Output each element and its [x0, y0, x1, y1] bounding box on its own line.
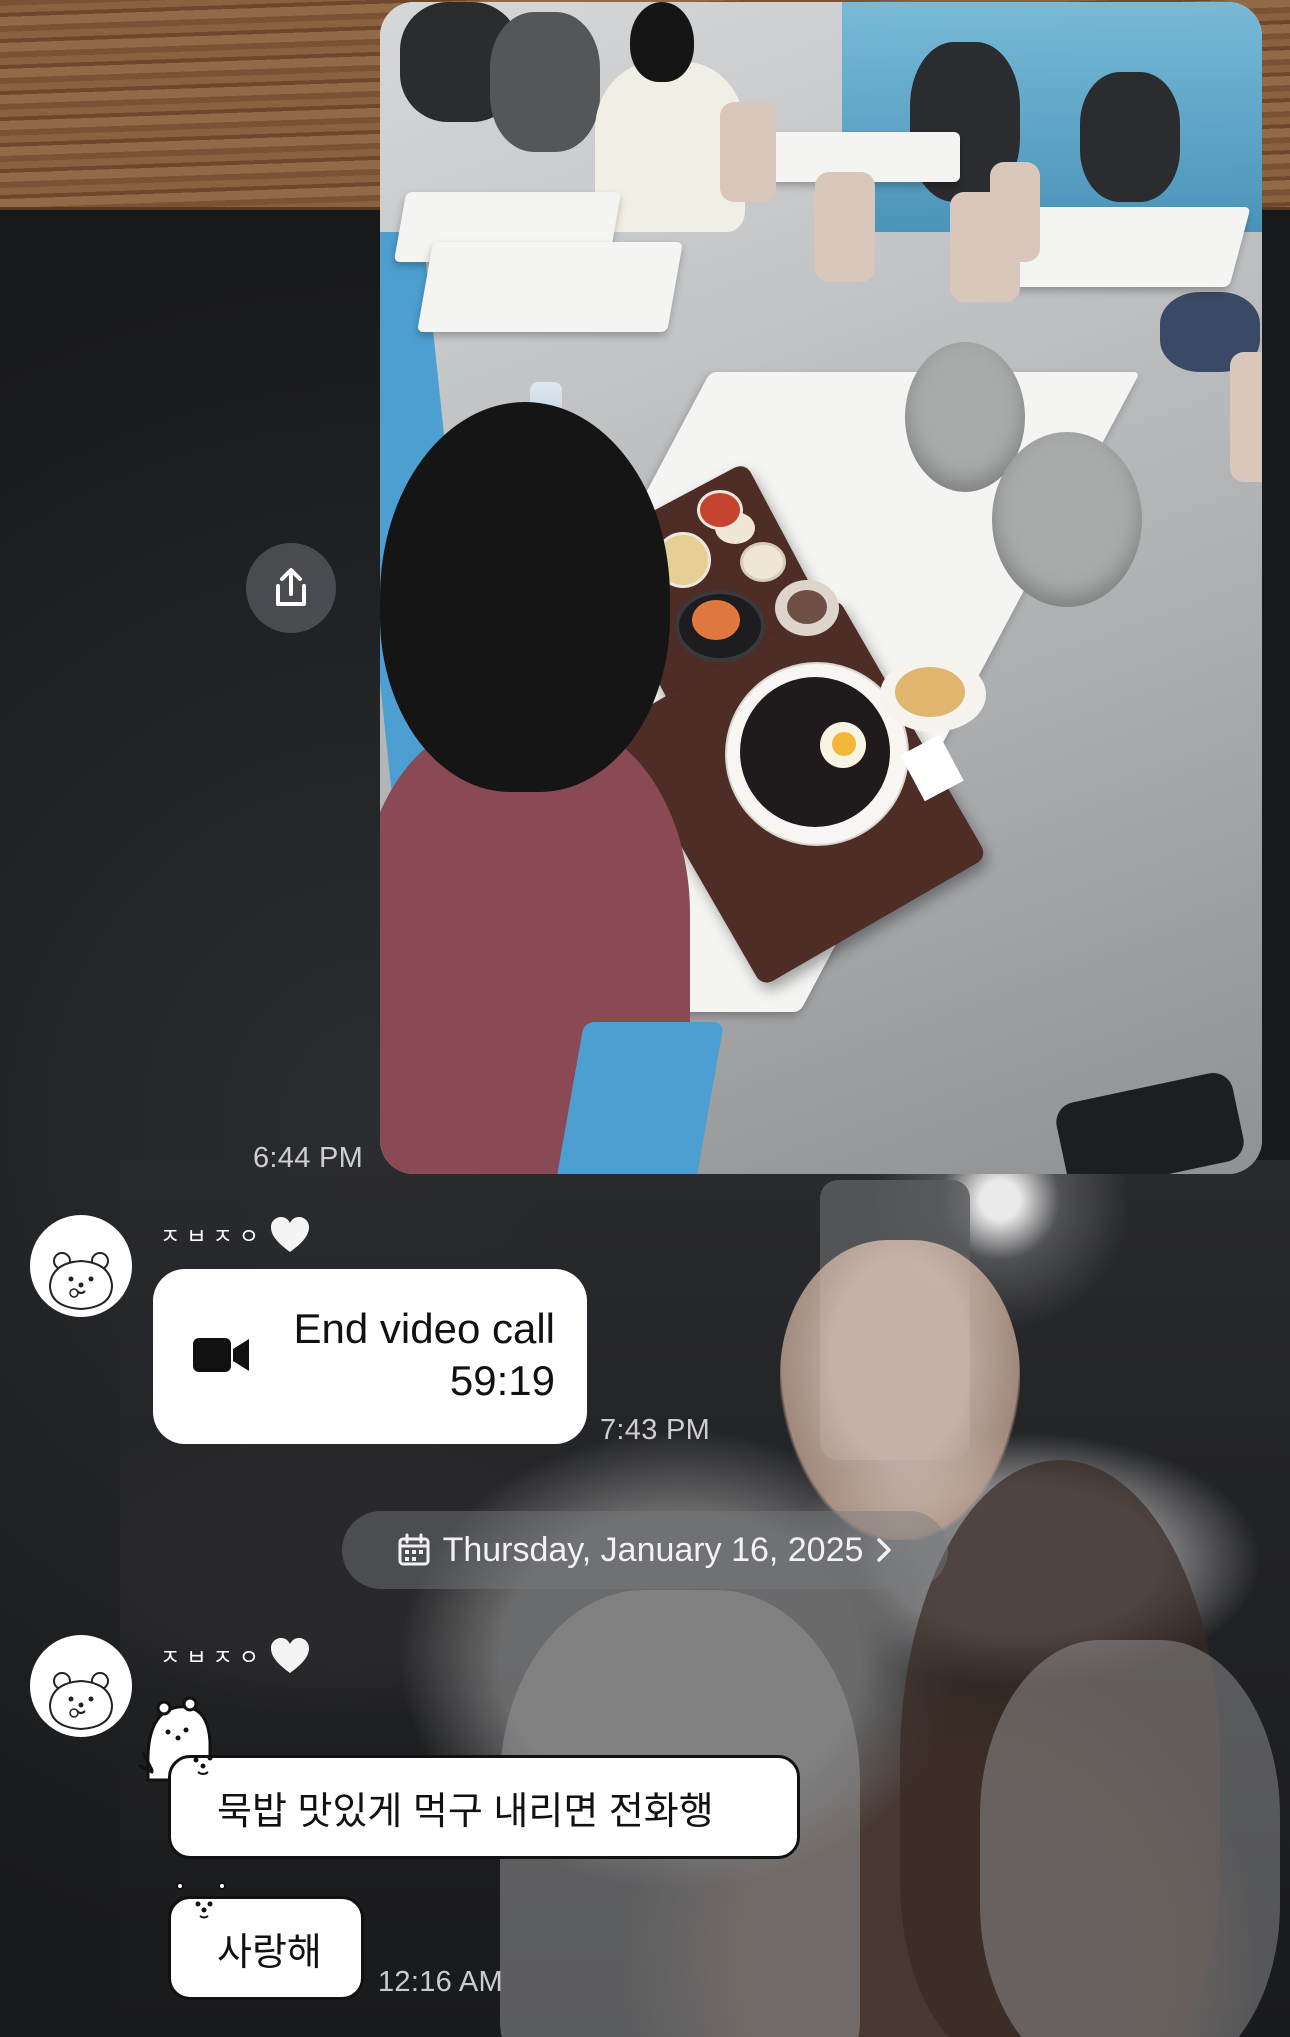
share-button[interactable] [246, 543, 336, 633]
sender-name-text: ㅈㅂㅈㅇ [160, 1646, 265, 1671]
sender-name-2: ㅈㅂㅈㅇ [160, 1636, 311, 1676]
message-bubble-1[interactable]: 묵밥 맛있게 먹구 내리면 전화행 [168, 1755, 800, 1859]
last-message-timestamp: 12:16 AM [378, 1966, 503, 1998]
message-text-1: 묵밥 맛있게 먹구 내리면 전화행 [217, 1790, 714, 1833]
date-separator-label: Thursday, January 16, 2025 [442, 1530, 864, 1569]
sender-name: ㅈㅂㅈㅇ [160, 1215, 311, 1255]
sender-name-text: ㅈㅂㅈㅇ [160, 1225, 265, 1250]
bear-face-sticker-icon [195, 1901, 213, 1919]
share-upload-icon [276, 568, 306, 606]
sent-photo-message[interactable] [380, 2, 1262, 1174]
bear-avatar-icon [48, 1252, 114, 1311]
photo-timestamp: 6:44 PM [253, 1142, 364, 1174]
bear-face-sticker-icon [193, 1755, 213, 1775]
white-heart-icon [270, 1217, 309, 1252]
call-title: End video call [293, 1305, 556, 1352]
white-heart-icon [270, 1638, 309, 1673]
calendar-icon [398, 1533, 430, 1566]
video-camera-icon [193, 1338, 249, 1372]
chevron-right-icon [877, 1538, 892, 1562]
call-timestamp: 7:43 PM [600, 1414, 711, 1446]
bear-avatar-icon [48, 1672, 114, 1731]
call-duration: 59:19 [449, 1357, 555, 1404]
message-text-2: 사랑해 [217, 1931, 322, 1974]
sender-avatar[interactable] [30, 1215, 132, 1317]
video-call-bubble[interactable]: End video call 59:19 [153, 1269, 587, 1444]
sender-avatar-2[interactable] [30, 1635, 132, 1737]
date-separator[interactable]: Thursday, January 16, 2025 [342, 1511, 948, 1589]
